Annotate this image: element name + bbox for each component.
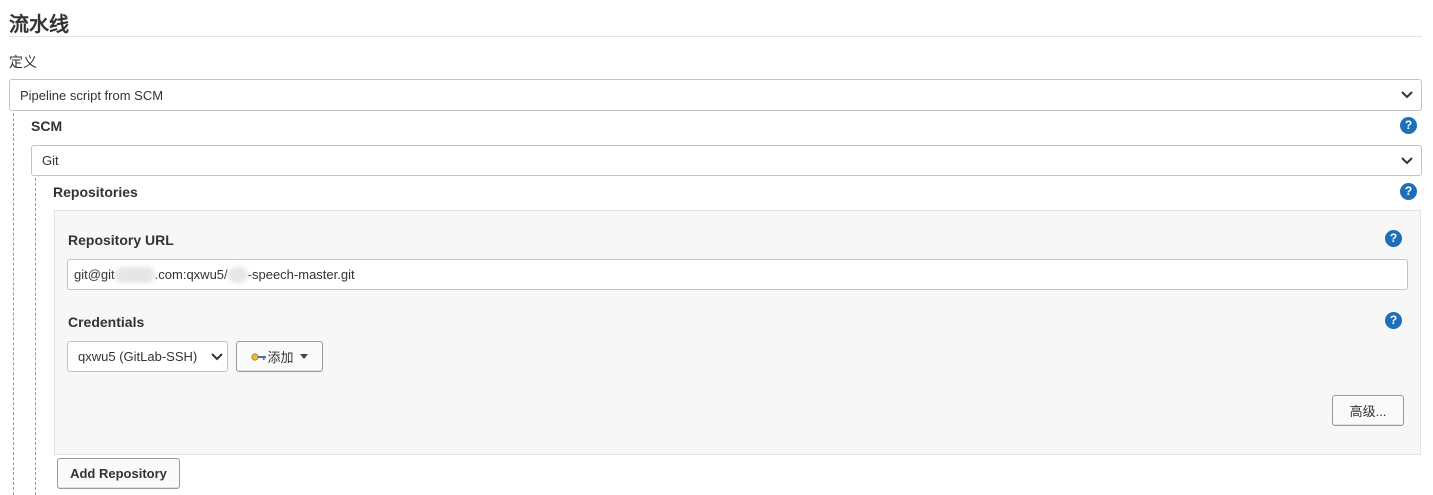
- page-title: 流水线: [9, 14, 69, 36]
- chevron-down-icon: [1401, 91, 1413, 99]
- definition-label: 定义: [9, 54, 37, 70]
- definition-select[interactable]: Pipeline script from SCM: [9, 79, 1422, 111]
- scm-select-value: Git: [42, 153, 59, 168]
- key-icon: [251, 352, 267, 361]
- add-credentials-label: 添加: [267, 350, 294, 365]
- add-repository-button[interactable]: Add Repository: [57, 458, 180, 489]
- credentials-label: Credentials: [68, 314, 145, 330]
- definition-nesting-line: [13, 113, 14, 495]
- repo-url-label: Repository URL: [68, 232, 174, 248]
- definition-select-value: Pipeline script from SCM: [20, 87, 164, 103]
- credentials-select[interactable]: qxwu5 (GitLab-SSH): [67, 341, 228, 372]
- caret-down-icon: [299, 354, 308, 359]
- repository-panel: [54, 210, 1421, 455]
- credentials-help-icon[interactable]: ?: [1385, 312, 1402, 329]
- chevron-down-icon: [1401, 156, 1413, 164]
- chevron-down-icon: [211, 352, 223, 360]
- scm-nesting-line: [35, 178, 36, 495]
- scm-help-icon[interactable]: ?: [1400, 117, 1417, 134]
- repo-url-part2: .com:qxwu5/: [154, 267, 228, 282]
- redacted-blur: [114, 266, 155, 283]
- repo-url-input[interactable]: git@git .com:qxwu5/ -speech-master.git: [67, 259, 1408, 290]
- add-credentials-button[interactable]: 添加: [236, 341, 323, 372]
- scm-select[interactable]: Git: [31, 145, 1422, 176]
- scm-label: SCM: [31, 118, 63, 134]
- credentials-select-value: qxwu5 (GitLab-SSH): [78, 349, 198, 364]
- repo-url-part1: git@git: [74, 267, 115, 282]
- repositories-help-icon[interactable]: ?: [1400, 183, 1417, 200]
- repo-url-part3: -speech-master.git: [247, 267, 355, 282]
- title-divider: [9, 36, 1422, 37]
- repositories-label: Repositories: [53, 184, 138, 200]
- advanced-button[interactable]: 高级...: [1332, 395, 1404, 426]
- redacted-blur: [227, 266, 248, 283]
- repo-url-help-icon[interactable]: ?: [1385, 230, 1402, 247]
